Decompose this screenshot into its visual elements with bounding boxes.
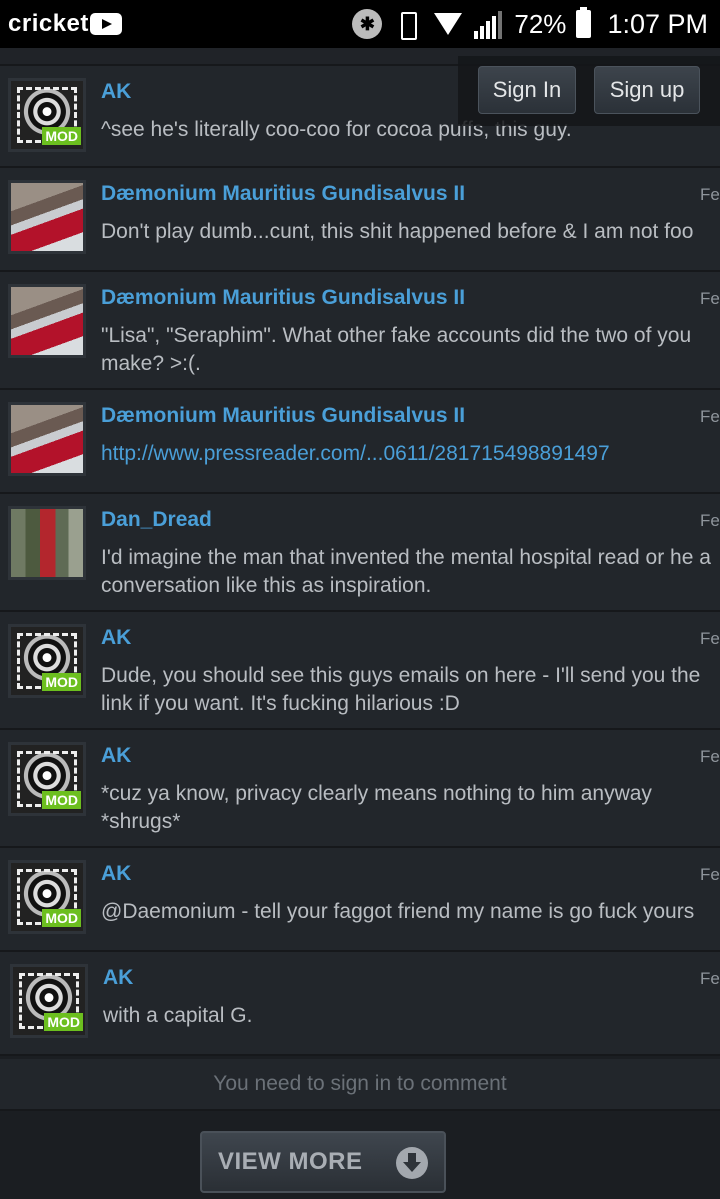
carrier-label: cricket [8,10,89,37]
arrow-down-circle-icon [396,1147,428,1179]
mod-badge: MOD [42,673,81,691]
comment-text: *cuz ya know, privacy clearly means noth… [101,782,652,833]
comment-text: Dude, you should see this guys emails on… [101,664,701,715]
clock: 1:07 PM [607,8,708,39]
auth-bar: Sign In Sign up [458,56,720,126]
comment-author[interactable]: Dæmonium Mauritius Gundisalvus II [101,286,465,310]
comment-item: MOD AK Fe with a capital G. [0,952,720,1056]
view-more-button[interactable]: VIEW MORE [200,1131,446,1193]
avatar[interactable]: MOD [8,624,86,698]
comment-item: MOD AK Fe Dude, you should see this guys… [0,612,720,730]
comment-item: Dæmonium Mauritius Gundisalvus II Fe htt… [0,390,720,494]
avatar[interactable] [8,284,86,358]
comment-author[interactable]: AK [103,966,133,990]
comment-text: with a capital G. [103,1004,253,1027]
battery-icon [576,7,592,38]
avatar[interactable]: MOD [8,78,86,152]
mod-badge: MOD [44,1013,83,1031]
avatar[interactable] [8,506,86,580]
comment-item: MOD AK Fe @Daemonium - tell your faggot … [0,848,720,952]
comment-author[interactable]: AK [101,80,131,104]
battery-percent: 72% [514,8,567,39]
sign-in-to-comment-note[interactable]: You need to sign in to comment [0,1059,720,1111]
comment-date: Fe [700,511,720,530]
comment-date: Fe [700,747,720,766]
comment-list: MOD AK ^see he's literally coo-coo for c… [0,48,720,1056]
comment-author[interactable]: Dæmonium Mauritius Gundisalvus II [101,182,465,206]
comment-author[interactable]: Dan_Dread [101,508,212,532]
comment-author[interactable]: AK [101,862,131,886]
youtube-icon [90,13,122,35]
comment-text: Don't play dumb...cunt, this shit happen… [101,220,694,243]
comment-link[interactable]: http://www.pressreader.com/...0611/28171… [101,440,720,468]
avatar[interactable]: MOD [8,742,86,816]
sign-up-button[interactable]: Sign up [594,66,700,114]
comment-item: Dan_Dread Fe I'd imagine the man that in… [0,494,720,612]
wifi-icon [432,9,464,39]
comment-text: "Lisa", "Seraphim". What other fake acco… [101,324,692,375]
comment-date: Fe [700,185,720,204]
view-more-label: VIEW MORE [218,1148,363,1175]
comment-date: Fe [700,629,720,648]
comment-author[interactable]: AK [101,744,131,768]
comment-author[interactable]: AK [101,626,131,650]
comment-item: Dæmonium Mauritius Gundisalvus II Fe Don… [0,168,720,272]
status-bar: cricket ✱ 72% 1:07 PM [0,0,720,48]
avatar[interactable]: MOD [10,964,88,1038]
avatar[interactable] [8,402,86,476]
avatar[interactable] [8,180,86,254]
comment-date: Fe [700,407,720,426]
signal-icon [474,9,504,39]
mod-badge: MOD [42,909,81,927]
comment-author[interactable]: Dæmonium Mauritius Gundisalvus II [101,404,465,428]
vibrate-icon [392,9,422,40]
comment-date: Fe [700,969,720,988]
avatar[interactable]: MOD [8,860,86,934]
mod-badge: MOD [42,127,81,145]
status-icons: ✱ 72% 1:07 PM [352,6,708,42]
comment-text: @Daemonium - tell your faggot friend my … [101,900,695,923]
comment-item: Dæmonium Mauritius Gundisalvus II Fe "Li… [0,272,720,390]
sign-in-button[interactable]: Sign In [478,66,576,114]
bluetooth-icon: ✱ [352,9,383,39]
comment-item: MOD AK Fe *cuz ya know, privacy clearly … [0,730,720,848]
comment-text: I'd imagine the man that invented the me… [101,546,711,597]
mod-badge: MOD [42,791,81,809]
comment-date: Fe [700,865,720,884]
comment-date: Fe [700,289,720,308]
